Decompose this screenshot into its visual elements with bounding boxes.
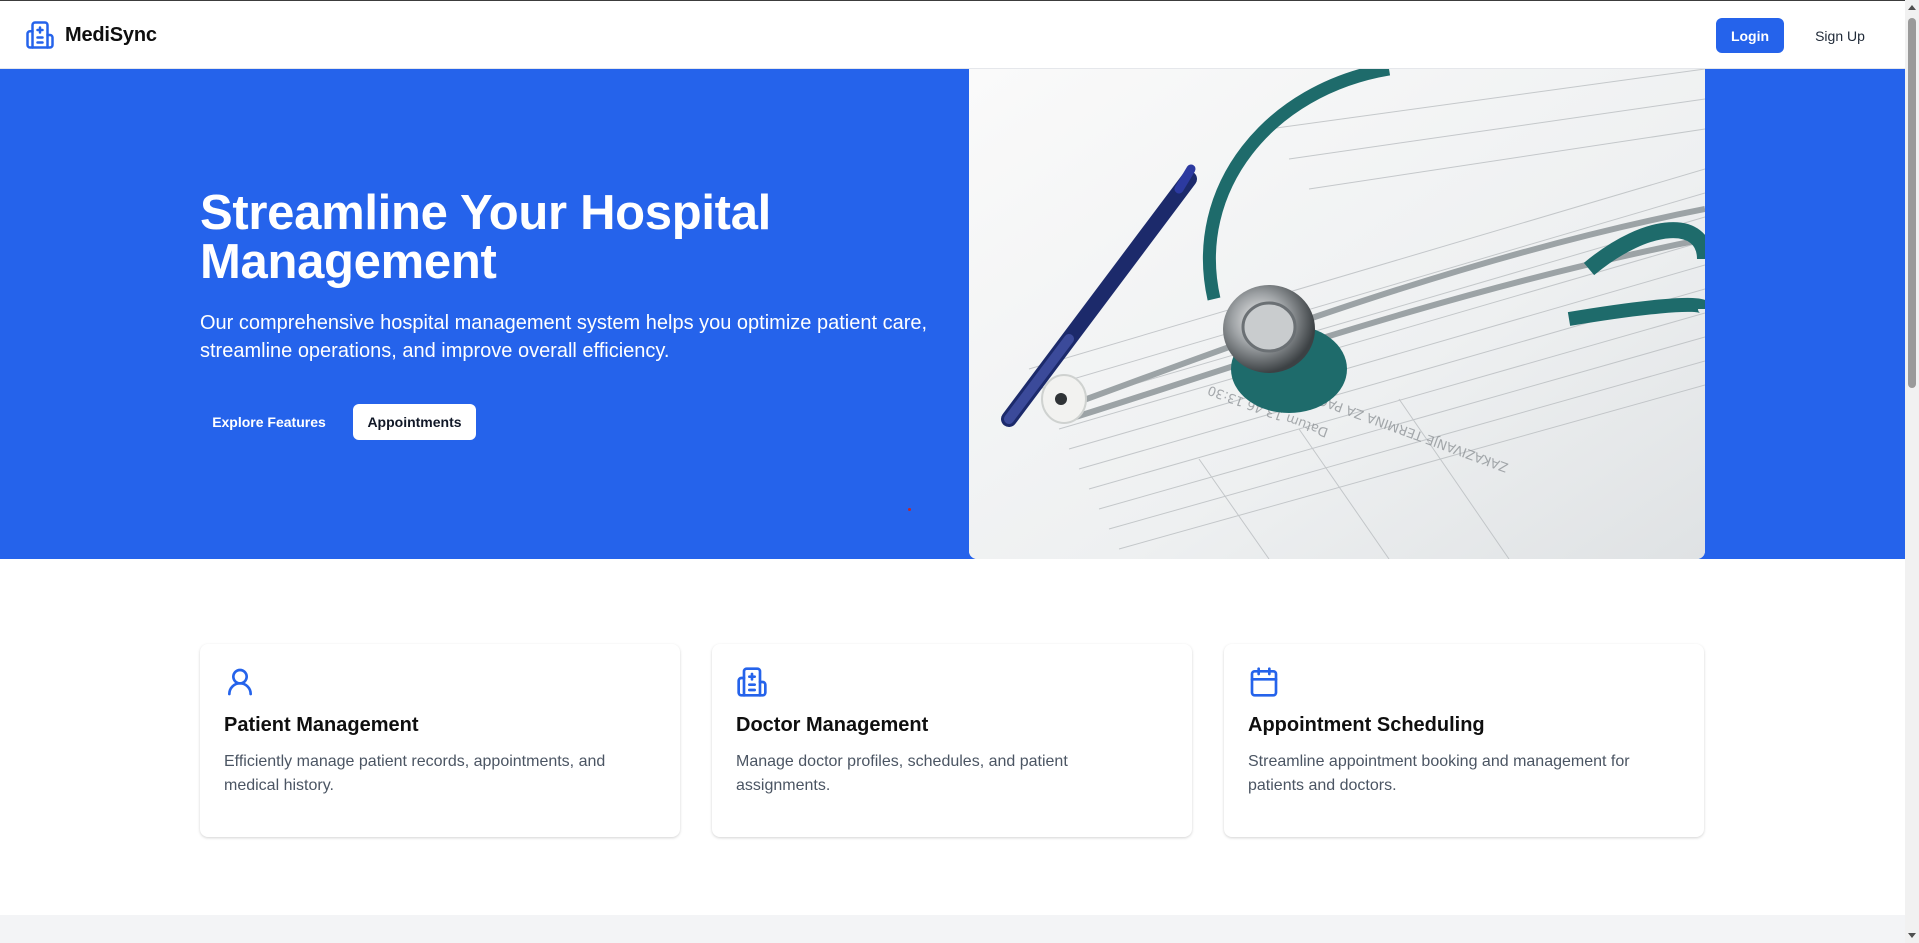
- feature-description: Manage doctor profiles, schedules, and p…: [736, 753, 1068, 794]
- calendar-icon: [1250, 667, 1278, 697]
- user-icon: [228, 668, 252, 696]
- feature-card[interactable]: Patient Management Efficiently manage pa…: [200, 644, 680, 837]
- scrollbar-thumb[interactable]: [1908, 18, 1916, 388]
- page: MediSync Login Sign Up Streamline Your H…: [0, 0, 1905, 943]
- feature-card[interactable]: Appointment Scheduling Streamline appoin…: [1224, 644, 1704, 837]
- explore-features-button[interactable]: Explore Features: [200, 404, 338, 440]
- vertical-scrollbar[interactable]: [1905, 0, 1919, 943]
- footer-section: [0, 915, 1905, 943]
- hero-section: Streamline Your Hospital Management Our …: [0, 69, 1905, 559]
- hero-title: Streamline Your Hospital Management: [200, 186, 771, 289]
- hospital-icon: [737, 667, 767, 697]
- feature-description: Streamline appointment booking and manag…: [1248, 753, 1630, 794]
- login-button[interactable]: Login: [1716, 18, 1784, 53]
- brand-name: MediSync: [65, 23, 157, 46]
- features-section: Patient Management Efficiently manage pa…: [0, 559, 1905, 915]
- feature-title: Doctor Management: [736, 714, 929, 736]
- signup-button[interactable]: Sign Up: [1799, 18, 1881, 53]
- feature-card[interactable]: Doctor Management Manage doctor profiles…: [712, 644, 1192, 837]
- feature-title: Appointment Scheduling: [1248, 714, 1485, 736]
- hero-subtitle: Our comprehensive hospital management sy…: [200, 312, 928, 362]
- feature-title: Patient Management: [224, 714, 419, 736]
- hospital-icon: [26, 21, 54, 49]
- scroll-down-icon[interactable]: [1908, 933, 1916, 938]
- brand[interactable]: MediSync: [25, 19, 157, 51]
- scroll-up-icon[interactable]: [1908, 5, 1916, 10]
- appointments-button[interactable]: Appointments: [353, 404, 476, 440]
- feature-description: Efficiently manage patient records, appo…: [224, 753, 606, 794]
- stethoscope-illustration: ZAKAZIVANJE TERMINA ZA PACIJ Datum 13.46…: [969, 69, 1705, 559]
- hero-dot: [908, 508, 911, 511]
- header: MediSync Login Sign Up: [0, 1, 1905, 69]
- hero-image: ZAKAZIVANJE TERMINA ZA PACIJ Datum 13.46…: [969, 69, 1705, 559]
